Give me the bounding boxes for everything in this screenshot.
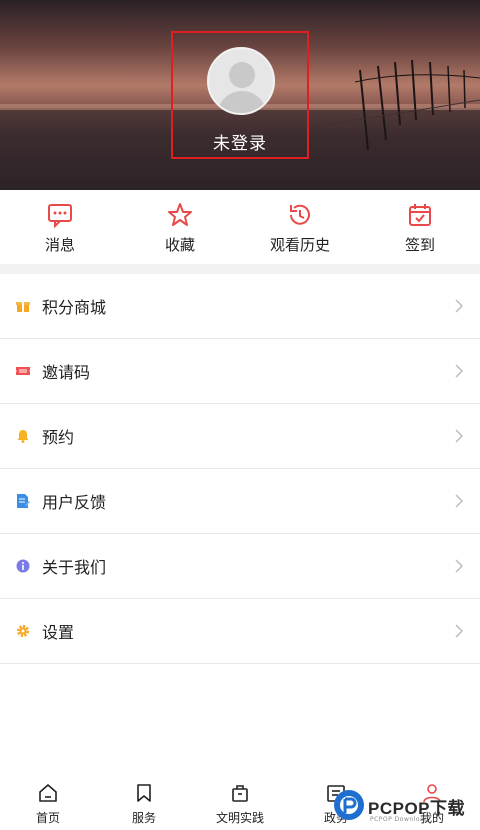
nav-label: 首页: [35, 811, 60, 825]
star-icon: [168, 203, 192, 226]
gear-icon: [17, 625, 29, 637]
nav-home[interactable]: 首页: [0, 776, 96, 830]
quick-action-label: 签到: [404, 236, 435, 254]
feedback-icon: [17, 494, 30, 508]
calendar-check-icon: [409, 204, 431, 226]
login-area[interactable]: 未登录: [171, 31, 309, 159]
quick-action-messages[interactable]: 消息: [0, 190, 120, 264]
nav-label: 文明实践: [215, 811, 264, 825]
quick-actions: 消息 收藏 观看历史 签到: [0, 190, 480, 264]
menu-item-points-mall[interactable]: 积分商城: [0, 274, 480, 339]
chevron-right-icon: [455, 299, 464, 313]
menu-item-label: 关于我们: [42, 558, 107, 577]
menu-item-settings[interactable]: 设置: [0, 599, 480, 664]
watermark-subtext: PCPOP Download: [370, 816, 429, 823]
profile-header: 未登录: [0, 0, 480, 190]
chevron-right-icon: [455, 624, 464, 638]
history-icon: [290, 204, 310, 225]
menu-item-label: 邀请码: [42, 363, 91, 382]
avatar-body: [217, 91, 267, 113]
pcpop-logo-icon: [334, 790, 364, 820]
bookmark-icon: [137, 784, 151, 802]
nav-services[interactable]: 服务: [96, 776, 192, 830]
chevron-right-icon: [455, 559, 464, 573]
menu-item-feedback[interactable]: 用户反馈: [0, 469, 480, 534]
nav-label: 服务: [131, 811, 156, 825]
bag-icon: [232, 785, 248, 802]
menu-item-about-us[interactable]: 关于我们: [0, 534, 480, 599]
pcpop-watermark: PCPOP下载 PCPOP Download: [330, 786, 480, 830]
gift-icon: [16, 302, 30, 312]
login-status-text[interactable]: 未登录: [173, 129, 307, 154]
quick-action-checkin[interactable]: 签到: [360, 190, 480, 264]
menu-item-reservation[interactable]: 预约: [0, 404, 480, 469]
menu-item-label: 设置: [42, 623, 75, 642]
quick-action-favorites[interactable]: 收藏: [120, 190, 240, 264]
menu-item-label: 预约: [42, 428, 75, 447]
avatar-head: [229, 62, 255, 88]
chevron-right-icon: [455, 494, 464, 508]
menu-item-invite-code[interactable]: 邀请码: [0, 339, 480, 404]
chevron-right-icon: [455, 429, 464, 443]
quick-action-history[interactable]: 观看历史: [240, 190, 360, 264]
quick-action-label: 观看历史: [269, 236, 330, 254]
home-icon: [39, 784, 57, 802]
bell-icon: [17, 430, 29, 443]
quick-action-label: 消息: [44, 236, 75, 254]
menu-item-label: 积分商城: [42, 298, 107, 317]
message-icon: [48, 204, 72, 228]
chevron-right-icon: [455, 364, 464, 378]
avatar[interactable]: [207, 47, 275, 115]
quick-action-label: 收藏: [164, 236, 195, 254]
info-icon: [16, 559, 30, 573]
ticket-icon: [16, 367, 30, 375]
menu-item-label: 用户反馈: [42, 493, 107, 512]
section-divider: [0, 264, 480, 274]
settings-menu: 积分商城 邀请码 预约 用户反馈 关于我们 设置: [0, 274, 480, 664]
nav-civilization-practice[interactable]: 文明实践: [192, 776, 288, 830]
